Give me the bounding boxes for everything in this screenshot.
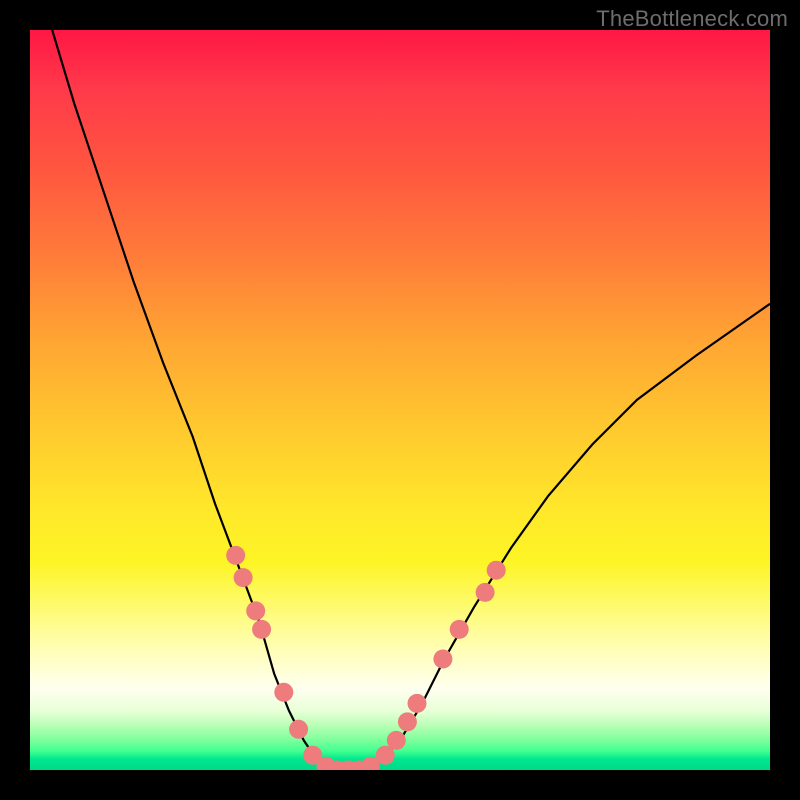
chart-svg-layer — [30, 30, 770, 770]
curve-marker-dot — [387, 731, 406, 750]
curve-marker-dot — [252, 620, 271, 639]
curve-marker-dot — [226, 546, 245, 565]
bottleneck-curve-line — [52, 30, 770, 770]
curve-marker-dot — [398, 712, 417, 731]
chart-plot-area — [30, 30, 770, 770]
curve-marker-dot — [246, 601, 265, 620]
watermark-text: TheBottleneck.com — [596, 6, 788, 32]
curve-marker-dot — [289, 720, 308, 739]
curve-marker-dot — [450, 620, 469, 639]
curve-marker-dot — [274, 683, 293, 702]
curve-markers-group — [226, 546, 506, 770]
curve-marker-dot — [234, 568, 253, 587]
curve-marker-dot — [487, 561, 506, 580]
curve-marker-dot — [476, 583, 495, 602]
curve-marker-dot — [433, 650, 452, 669]
curve-marker-dot — [408, 694, 427, 713]
